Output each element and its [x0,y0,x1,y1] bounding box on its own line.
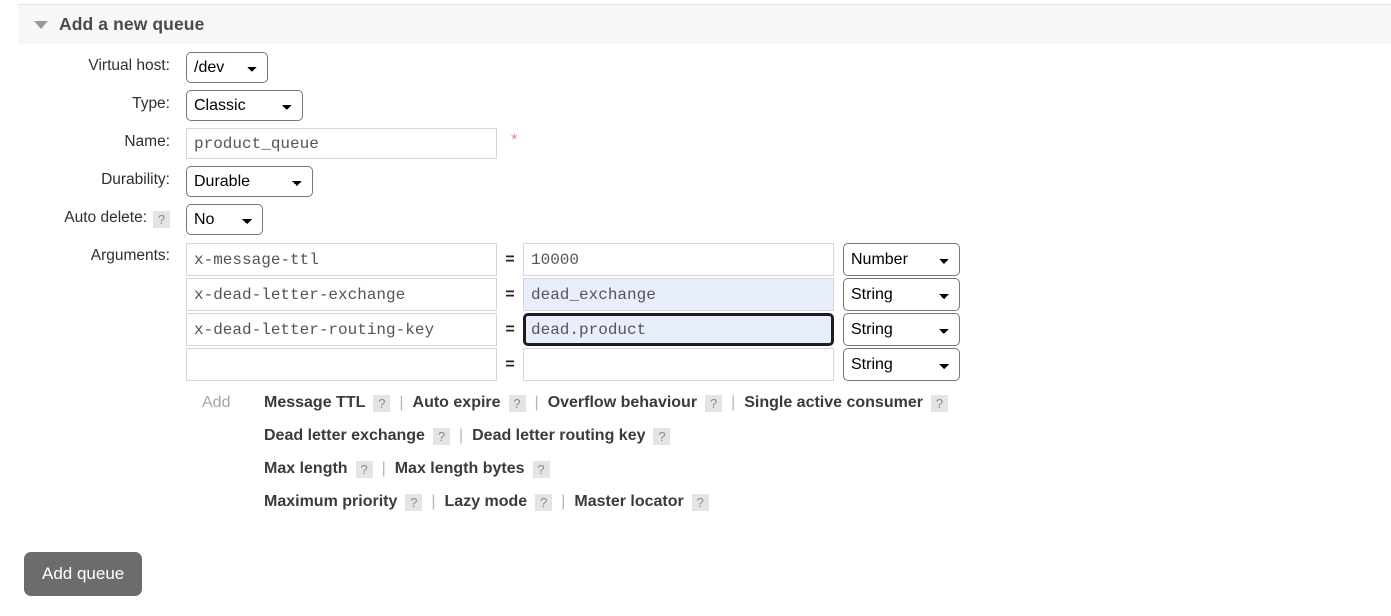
equals-sign: = [505,355,515,373]
preset-link-auto-expire[interactable]: Auto expire [413,394,501,412]
help-icon-dead-letter-exchange[interactable]: ? [432,428,450,445]
help-icon-lazy-mode[interactable]: ? [535,494,553,511]
preset-separator: | [534,393,539,411]
label-durability: Durability: [101,171,170,188]
argument-value-input[interactable] [523,313,834,346]
help-icon-overflow-behaviour[interactable]: ? [705,395,723,412]
help-icon-max-length[interactable]: ? [355,461,373,478]
arguments-table: = Number = String = String = String [186,242,960,382]
add-queue-button[interactable]: Add queue [24,552,143,596]
argument-type-select[interactable]: Number [843,243,960,276]
queue-name-input[interactable] [186,128,497,159]
section-header-add-a-new-queue[interactable]: Add a new queue [18,4,1391,44]
preset-separator: | [381,459,386,477]
form-row-auto-delete: Auto delete: ? No [0,204,1391,235]
preset-separator: | [561,492,566,510]
required-asterisk: * [511,129,518,149]
help-icon-max-length-bytes[interactable]: ? [532,461,550,478]
help-icon-master-locator[interactable]: ? [691,494,709,511]
preset-line: Add Message TTL? | Auto expire? | Overflow be… [202,386,948,419]
preset-line: Maximum priority? | Lazy mode? | Master loca… [202,485,948,518]
argument-row: = String [186,277,960,312]
preset-separator: | [731,393,736,411]
label-virtual-host: Virtual host: [88,57,170,74]
label-arguments: Arguments: [90,247,170,264]
argument-key-input[interactable] [186,243,497,276]
argument-key-input[interactable] [186,348,497,381]
queue-type-select[interactable]: Classic [186,90,303,121]
label-auto-delete: Auto delete: ? [0,204,170,228]
help-icon-dead-letter-routing-key[interactable]: ? [653,428,671,445]
label-type: Type: [132,95,170,112]
durability-select[interactable]: Durable [186,166,313,197]
argument-row: = Number [186,242,960,277]
preset-link-single-active-consumer[interactable]: Single active consumer [744,394,923,412]
argument-row: = String [186,347,960,382]
argument-key-input[interactable] [186,313,497,346]
form-row-virtual-host: Virtual host: /dev [0,52,1391,83]
form-row-name: Name: * [0,128,1391,159]
form-row-durability: Durability: Durable [0,166,1391,197]
preset-separator: | [431,492,436,510]
argument-value-input[interactable] [523,278,834,311]
preset-link-message-ttl[interactable]: Message TTL [264,394,365,412]
preset-separator: | [399,393,404,411]
label-name: Name: [124,133,170,150]
help-icon-message-ttl[interactable]: ? [373,395,391,412]
add-queue-form: Virtual host: /dev Type: Classic Name: * [0,52,1391,525]
preset-separator: | [458,426,464,444]
preset-link-lazy-mode[interactable]: Lazy mode [445,493,528,511]
page-title: Add a new queue [59,14,205,34]
help-icon-single-active-consumer[interactable]: ? [930,395,948,412]
auto-delete-select[interactable]: No [186,204,263,235]
preset-line: Max length? | Max length bytes? [202,452,948,485]
form-row-arguments: Arguments: =Number=String=String=String … [0,242,1391,518]
preset-link-overflow-behaviour[interactable]: Overflow behaviour [548,394,697,412]
argument-presets: Add Message TTL? | Auto expire? | Overflow be… [186,382,948,518]
equals-sign: = [505,285,515,303]
help-icon-auto-delete[interactable]: ? [153,210,170,228]
caret-down-icon[interactable] [34,20,48,29]
argument-value-input[interactable] [523,243,834,276]
equals-sign: = [505,320,515,338]
preset-link-master-locator[interactable]: Master locator [574,493,683,511]
submit-area: Add queue [24,552,143,596]
argument-type-select[interactable]: String [843,313,960,346]
preset-line: Dead letter exchange? | Dead letter routin… [202,419,948,452]
preset-link-maximum-priority[interactable]: Maximum priority [264,493,397,511]
help-icon-auto-expire[interactable]: ? [508,395,526,412]
add-label: Add [202,393,231,411]
virtual-host-select[interactable]: /dev [186,52,268,83]
argument-row: = String [186,312,960,347]
preset-link-max-length[interactable]: Max length [264,460,348,478]
preset-link-max-length-bytes[interactable]: Max length bytes [395,460,525,478]
help-icon-maximum-priority[interactable]: ? [405,494,423,511]
preset-link-dead-letter-routing-key[interactable]: Dead letter routing key [472,427,645,445]
form-row-type: Type: Classic [0,90,1391,121]
argument-value-input[interactable] [523,348,834,381]
preset-link-dead-letter-exchange[interactable]: Dead letter exchange [264,427,425,445]
argument-key-input[interactable] [186,278,497,311]
argument-type-select[interactable]: String [843,278,960,311]
argument-type-select[interactable]: String [843,348,960,381]
equals-sign: = [505,250,515,268]
